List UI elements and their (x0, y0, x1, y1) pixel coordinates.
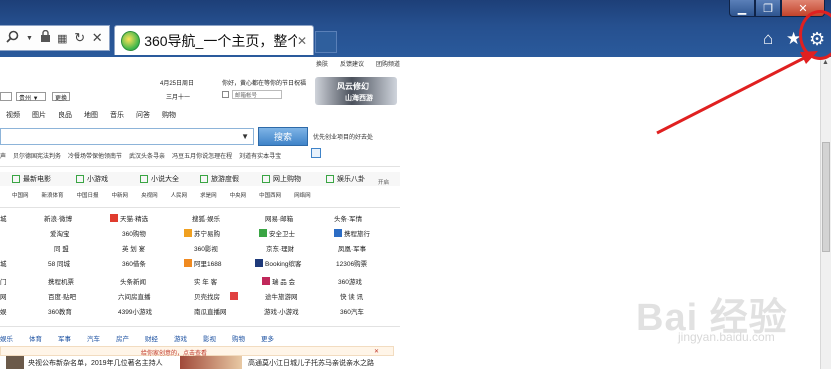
watermark-url: jingyan.baidu.com (678, 330, 775, 344)
